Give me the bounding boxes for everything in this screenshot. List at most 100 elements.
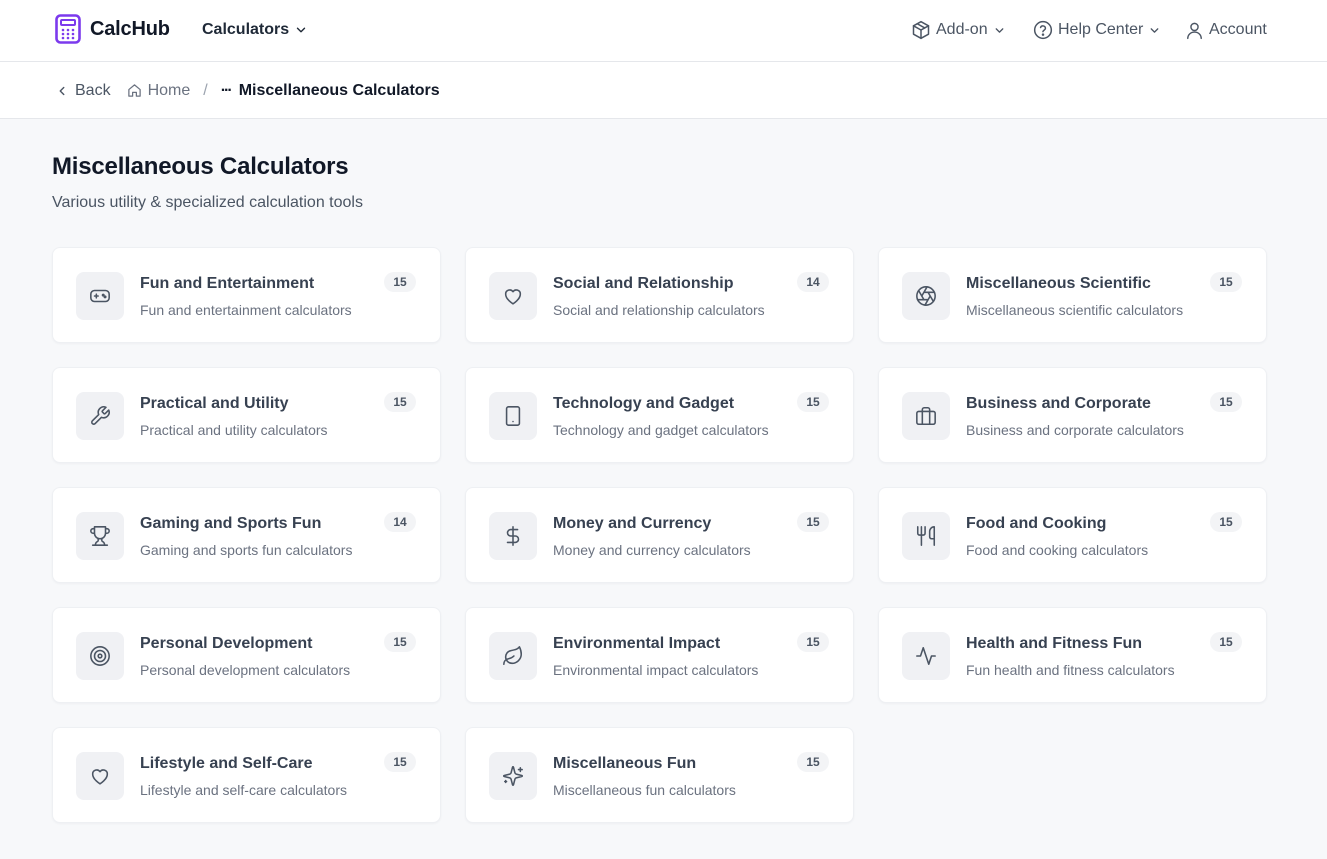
activity-icon [902, 632, 950, 680]
calculators-menu-button[interactable]: Calculators [202, 18, 308, 42]
calculator-count-badge: 15 [1210, 272, 1242, 292]
user-icon [1185, 21, 1204, 40]
chevron-left-icon [55, 84, 69, 98]
category-description: Money and currency calculators [553, 542, 751, 558]
category-card[interactable]: Environmental Impact Environmental impact… [465, 607, 854, 703]
category-title: Money and Currency [553, 515, 712, 532]
breadcrumb-current: ··· Miscellaneous Calculators [221, 82, 440, 100]
category-card[interactable]: Fun and Entertainment Fun and entertainme… [52, 247, 441, 343]
category-description: Lifestyle and self-care calculators [140, 782, 347, 798]
calculator-count-badge: 15 [797, 632, 829, 652]
addon-label: Add-on [936, 21, 988, 38]
heart-icon [76, 752, 124, 800]
leaf-icon [489, 632, 537, 680]
category-description: Business and corporate calculators [966, 422, 1184, 438]
category-card[interactable]: Health and Fitness Fun Fun health and fit… [878, 607, 1267, 703]
calculator-count-badge: 15 [797, 752, 829, 772]
category-title: Health and Fitness Fun [966, 635, 1143, 652]
category-title: Personal Development [140, 635, 313, 652]
category-card[interactable]: Miscellaneous Fun Miscellaneous fun calcu… [465, 727, 854, 823]
aperture-icon [902, 272, 950, 320]
utensils-icon [902, 512, 950, 560]
top-header: CalcHub Calculators Add-on Help Center A… [0, 0, 1327, 62]
back-link[interactable]: Back [55, 82, 111, 100]
category-card[interactable]: Personal Development Personal development… [52, 607, 441, 703]
help-center-label: Help Center [1058, 21, 1144, 38]
home-label: Home [147, 81, 191, 99]
chevron-down-icon [1148, 24, 1161, 37]
category-title: Miscellaneous Scientific [966, 275, 1151, 292]
calculator-count-badge: 15 [384, 752, 416, 772]
ellipsis-icon[interactable]: ··· [221, 82, 233, 100]
category-title: Fun and Entertainment [140, 275, 315, 292]
chevron-down-icon [294, 23, 308, 37]
help-center-menu-button[interactable]: Help Center [1033, 18, 1161, 42]
category-card[interactable]: Lifestyle and Self-Care Lifestyle and sel… [52, 727, 441, 823]
category-description: Personal development calculators [140, 662, 351, 678]
category-description: Miscellaneous fun calculators [553, 782, 736, 798]
sparkles-icon [489, 752, 537, 800]
category-title: Lifestyle and Self-Care [140, 755, 313, 772]
page-subtitle: Various utility & specialized calculatio… [52, 194, 363, 211]
category-title: Social and Relationship [553, 275, 734, 292]
package-icon [911, 20, 931, 40]
back-label: Back [75, 81, 111, 99]
calculator-count-badge: 15 [797, 512, 829, 532]
category-card[interactable]: Money and Currency Money and currency cal… [465, 487, 854, 583]
category-title: Technology and Gadget [553, 395, 735, 412]
category-card[interactable]: Food and Cooking Food and cooking calcula… [878, 487, 1267, 583]
category-title: Gaming and Sports Fun [140, 515, 322, 532]
tablet-icon [489, 392, 537, 440]
wrench-icon [76, 392, 124, 440]
trophy-icon [76, 512, 124, 560]
calculator-count-badge: 14 [797, 272, 829, 292]
calculator-count-badge: 15 [384, 392, 416, 412]
category-description: Food and cooking calculators [966, 542, 1149, 558]
category-description: Miscellaneous scientific calculators [966, 302, 1184, 318]
calculator-count-badge: 15 [384, 632, 416, 652]
briefcase-icon [902, 392, 950, 440]
category-description: Gaming and sports fun calculators [140, 542, 353, 558]
category-title: Business and Corporate [966, 395, 1151, 412]
category-description: Fun health and fitness calculators [966, 662, 1175, 678]
breadcrumb-separator: / [203, 81, 208, 99]
category-title: Miscellaneous Fun [553, 755, 697, 772]
page-title: Miscellaneous Calculators [52, 153, 349, 180]
brand-logo[interactable]: CalcHub [55, 14, 170, 44]
category-description: Fun and entertainment calculators [140, 302, 352, 318]
category-description: Environmental impact calculators [553, 662, 759, 678]
calculator-count-badge: 15 [1210, 512, 1242, 532]
heart-icon [489, 272, 537, 320]
target-icon [76, 632, 124, 680]
dollar-icon [489, 512, 537, 560]
category-card[interactable]: Technology and Gadget Technology and gadg… [465, 367, 854, 463]
category-grid: Fun and Entertainment Fun and entertainme… [52, 247, 1268, 823]
help-circle-icon [1033, 20, 1053, 40]
calculators-menu-label: Calculators [202, 21, 290, 38]
category-description: Technology and gadget calculators [553, 422, 769, 438]
breadcrumb-current-label: Miscellaneous Calculators [238, 81, 440, 99]
brand-name: CalcHub [90, 17, 170, 40]
category-card[interactable]: Business and Corporate Business and corpo… [878, 367, 1267, 463]
account-label: Account [1209, 21, 1267, 38]
category-card[interactable]: Gaming and Sports Fun Gaming and sports f… [52, 487, 441, 583]
category-card[interactable]: Practical and Utility Practical and utili… [52, 367, 441, 463]
breadcrumb: Back Home / ··· Miscellaneous Calculator… [55, 62, 440, 119]
addon-menu-button[interactable]: Add-on [911, 18, 1006, 42]
calculator-count-badge: 14 [384, 512, 416, 532]
calculator-count-badge: 15 [384, 272, 416, 292]
category-card[interactable]: Social and Relationship Social and relati… [465, 247, 854, 343]
home-link[interactable]: Home [127, 81, 191, 100]
chevron-down-icon [993, 24, 1006, 37]
calculator-count-badge: 15 [1210, 392, 1242, 412]
category-title: Practical and Utility [140, 395, 289, 412]
calculator-logo-icon [55, 14, 81, 44]
breadcrumb-bar: Back Home / ··· Miscellaneous Calculator… [0, 62, 1327, 119]
calculator-count-badge: 15 [797, 392, 829, 412]
account-button[interactable]: Account [1185, 18, 1267, 42]
category-description: Practical and utility calculators [140, 422, 328, 438]
home-icon [127, 83, 142, 98]
category-card[interactable]: Miscellaneous Scientific Miscellaneous sc… [878, 247, 1267, 343]
gamepad-icon [76, 272, 124, 320]
calculator-count-badge: 15 [1210, 632, 1242, 652]
